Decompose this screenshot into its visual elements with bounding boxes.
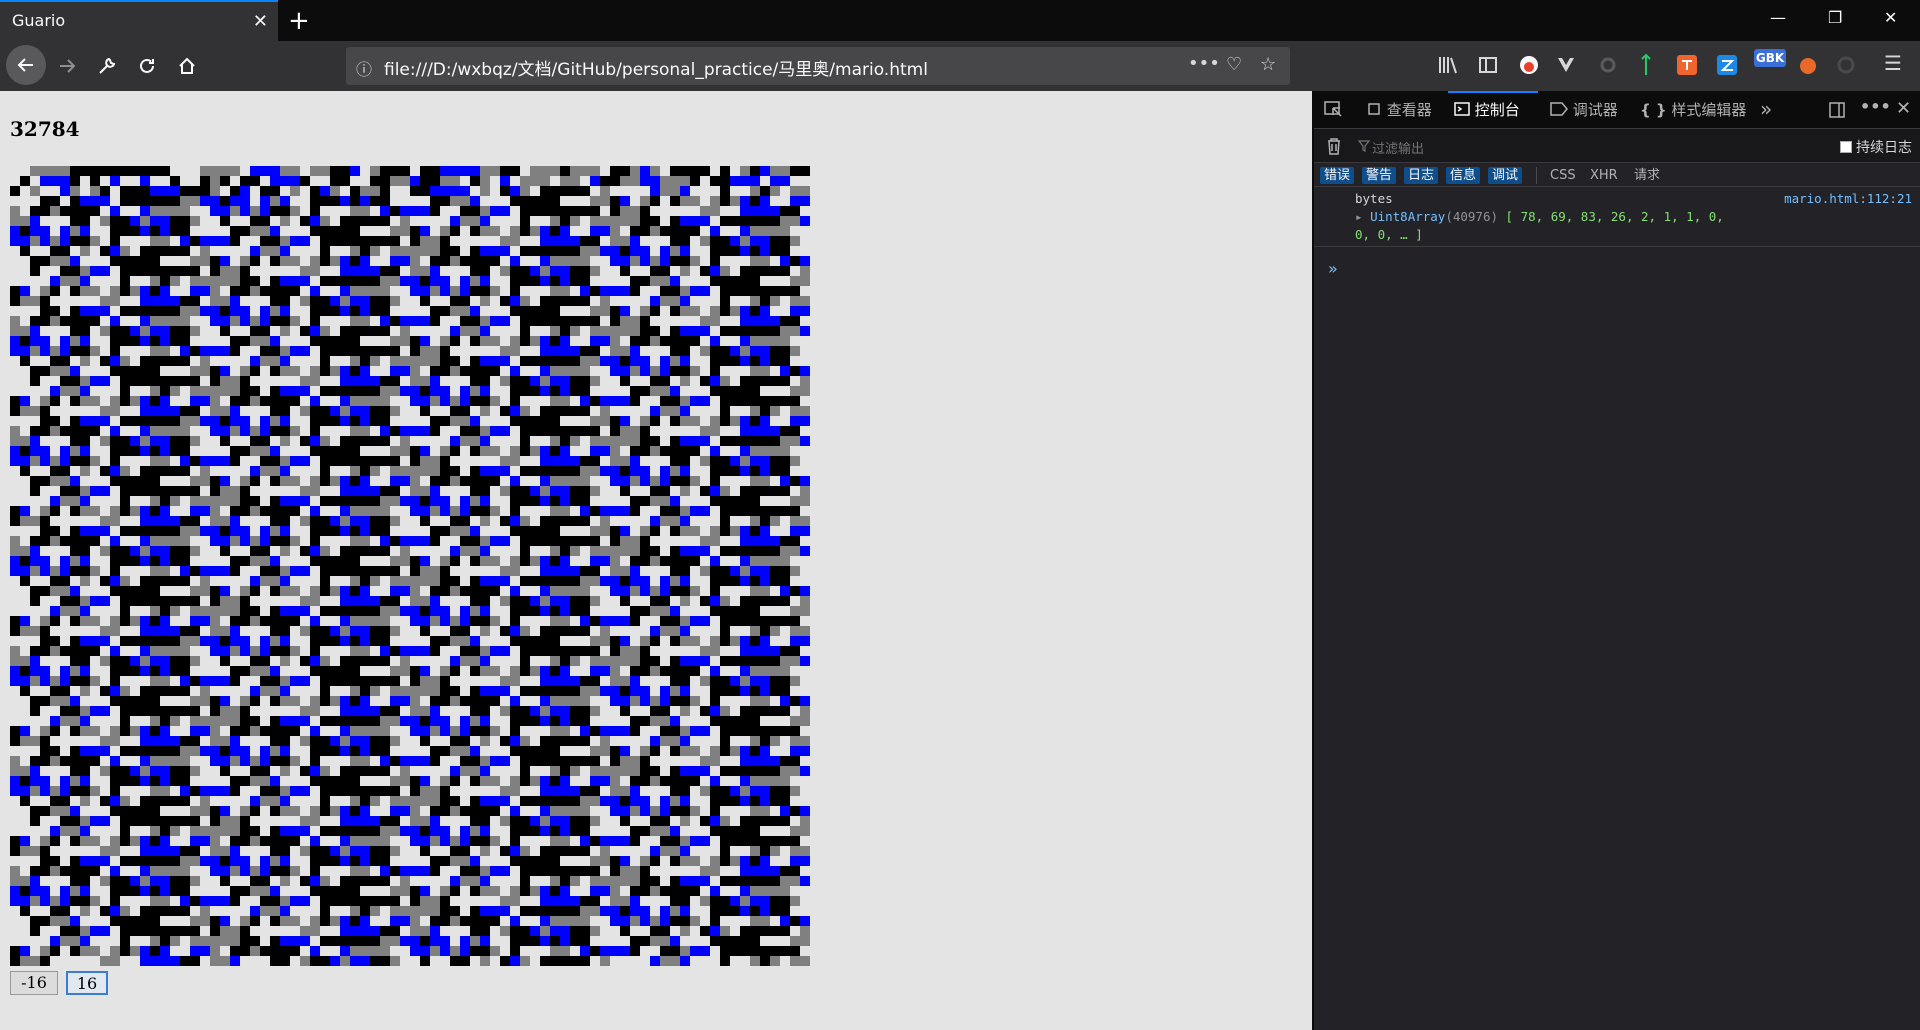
restore-button[interactable]: ❐ — [1828, 8, 1842, 27]
array-values-line2: 0, 0, … ] — [1355, 227, 1423, 242]
dock-side-icon[interactable] — [1828, 101, 1846, 119]
reload-icon — [140, 58, 154, 73]
sprite-canvas — [10, 166, 810, 966]
console-log-entry: bytes mario.html:112:21 ▸ Uint8Array(409… — [1314, 187, 1920, 247]
tab-style-editor-label: 样式编辑器 — [1671, 101, 1747, 119]
braces-icon: { } — [1640, 101, 1667, 119]
page-actions-icon[interactable]: ••• — [1188, 53, 1220, 74]
tampermonkey-icon[interactable] — [1798, 56, 1818, 76]
tab-title: Guario — [12, 11, 66, 30]
vuejs-devtools-icon[interactable] — [1556, 55, 1576, 75]
extension-face-icon[interactable] — [1518, 54, 1540, 76]
sidebar-icon[interactable] — [1478, 55, 1498, 75]
console-level-filters: 错误 警告 日志 信息 调试 CSS XHR 请求 — [1314, 163, 1920, 187]
inspector-icon — [1368, 103, 1380, 115]
home-icon — [179, 57, 195, 74]
disabled-extension-icon[interactable] — [1836, 55, 1856, 75]
back-button[interactable] — [6, 45, 46, 85]
filter-funnel-icon — [1358, 140, 1370, 152]
more-tabs-chevron-icon[interactable]: » — [1760, 97, 1772, 121]
navigation-toolbar: ⓘ file:///D:/wxbqz/文档/GitHub/personal_pr… — [0, 41, 1920, 91]
persist-logs-label: 持续日志 — [1856, 140, 1912, 156]
tab-console-label: 控制台 — [1474, 101, 1520, 119]
hamburger-menu-icon[interactable]: ☰ — [1884, 51, 1902, 75]
bookmark-star-icon[interactable]: ☆ — [1260, 54, 1276, 75]
forward-arrow-icon — [60, 59, 76, 73]
increment-offset-button[interactable]: 16 — [66, 971, 108, 995]
decrement-offset-button[interactable]: -16 — [10, 971, 58, 995]
log-message-label: bytes — [1355, 191, 1393, 206]
gbk-badge[interactable]: GBK — [1754, 49, 1786, 67]
library-icon[interactable] — [1438, 55, 1460, 75]
tab-guario[interactable]: Guario ✕ — [0, 0, 278, 41]
filter-warnings[interactable]: 警告 — [1362, 167, 1397, 184]
tab-inspector-label: 查看器 — [1386, 101, 1432, 119]
devtools-panel: 查看器 控制台 调试器 { } 样式编辑器 » ••• ✕ 过滤输出 持续日志 … — [1314, 91, 1920, 1030]
reload-button[interactable] — [132, 51, 162, 81]
minimize-button[interactable]: — — [1770, 8, 1786, 27]
console-icon — [1454, 102, 1470, 116]
filter-errors[interactable]: 错误 — [1320, 167, 1355, 184]
zhihu-extension-icon[interactable] — [1716, 54, 1738, 76]
tab-style-editor[interactable]: { } 样式编辑器 — [1640, 91, 1746, 129]
green-arrow-icon[interactable] — [1640, 53, 1652, 77]
devtools-menu-icon[interactable]: ••• — [1860, 97, 1891, 116]
filter-separator — [1536, 167, 1537, 184]
gear-extension-icon[interactable] — [1598, 55, 1618, 75]
translate-extension-icon[interactable] — [1676, 54, 1698, 76]
console-filter-bar: 过滤输出 持续日志 — [1314, 129, 1920, 163]
array-values-line1: [ 78, 69, 83, 26, 2, 1, 1, 0, — [1505, 209, 1724, 224]
console-input-prompt[interactable]: » — [1328, 259, 1338, 278]
url-bar[interactable]: ⓘ file:///D:/wxbqz/文档/GitHub/personal_pr… — [346, 47, 1290, 85]
forward-button[interactable] — [52, 51, 82, 81]
log-source-link[interactable]: mario.html:112:21 — [1784, 191, 1912, 206]
close-devtools-icon[interactable]: ✕ — [1896, 98, 1911, 119]
tab-close-icon[interactable]: ✕ — [253, 11, 268, 32]
close-window-button[interactable]: ✕ — [1884, 8, 1897, 27]
url-text[interactable]: file:///D:/wxbqz/文档/GitHub/personal_prac… — [384, 55, 928, 80]
back-arrow-icon — [17, 58, 33, 72]
tab-debugger-label: 调试器 — [1572, 101, 1618, 119]
score-counter: 32784 — [10, 117, 80, 141]
filter-info[interactable]: 信息 — [1446, 167, 1481, 184]
filter-css[interactable]: CSS — [1550, 167, 1576, 184]
home-button[interactable] — [172, 51, 202, 81]
element-picker-icon[interactable] — [1324, 101, 1344, 119]
expand-triangle-icon[interactable]: ▸ — [1355, 209, 1363, 224]
tab-inspector[interactable]: 查看器 — [1366, 91, 1432, 129]
page-viewport: 32784 -16 16 — [0, 91, 1312, 1030]
pocket-icon[interactable]: ♡ — [1226, 54, 1242, 75]
persist-checkbox-box[interactable] — [1840, 141, 1852, 153]
devtools-toolbar: 查看器 控制台 调试器 { } 样式编辑器 » ••• ✕ — [1314, 91, 1920, 129]
filter-requests[interactable]: 请求 — [1634, 167, 1660, 184]
tab-console[interactable]: 控制台 — [1448, 91, 1538, 129]
tab-bar: Guario ✕ + — ❐ ✕ — [0, 0, 1920, 41]
new-tab-button[interactable]: + — [288, 6, 310, 36]
tools-button[interactable] — [92, 51, 122, 81]
array-length: (40976) — [1445, 209, 1499, 224]
sprite-pixels — [10, 166, 810, 966]
filter-debug[interactable]: 调试 — [1488, 167, 1523, 184]
tab-debugger[interactable]: 调试器 — [1550, 91, 1618, 129]
log-array-object[interactable]: ▸ Uint8Array(40976) [ 78, 69, 83, 26, 2,… — [1355, 209, 1724, 224]
array-type-name: Uint8Array — [1370, 209, 1446, 224]
info-icon[interactable]: ⓘ — [356, 56, 372, 80]
persist-logs-checkbox[interactable]: 持续日志 — [1840, 137, 1912, 157]
filter-xhr[interactable]: XHR — [1590, 167, 1618, 184]
filter-output-input[interactable]: 过滤输出 — [1372, 138, 1424, 157]
trash-icon[interactable] — [1326, 137, 1342, 155]
debugger-icon — [1550, 102, 1568, 116]
filter-logs[interactable]: 日志 — [1404, 167, 1439, 184]
wrench-icon — [99, 57, 116, 74]
